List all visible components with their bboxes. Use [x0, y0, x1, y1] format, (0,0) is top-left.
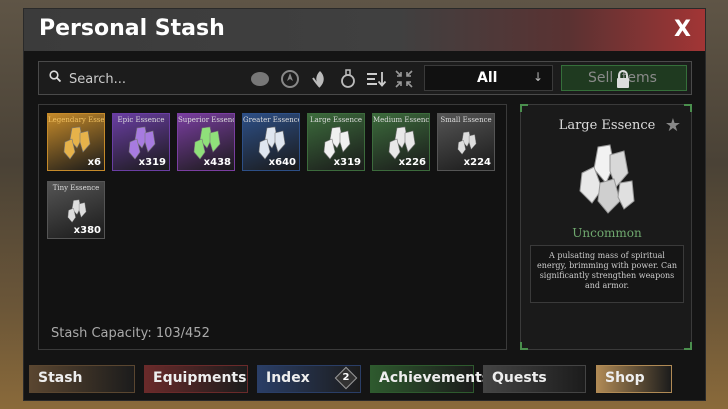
essence-crystal-icon [67, 199, 87, 223]
item-slot[interactable]: Superior Essence x438 [177, 113, 235, 171]
potion-icon[interactable] [337, 68, 359, 90]
bottom-tabs: Stash Equipments Index 2 Achievements Quests S… [24, 363, 707, 402]
item-slot[interactable]: Tiny Essence x380 [47, 181, 105, 239]
tab-label: Achievements [379, 370, 491, 386]
corner-ornament [520, 104, 528, 112]
item-detail-panel: Large Essence ★ Uncommon A pulsating mas… [520, 104, 692, 350]
leaf-icon[interactable] [309, 68, 331, 90]
item-name: Greater Essence [243, 116, 299, 124]
blob-icon[interactable] [249, 68, 271, 90]
tab-label: Stash [38, 370, 83, 386]
essence-crystal-icon [128, 126, 156, 160]
tab-label: Equipments [153, 370, 247, 386]
item-quantity: x224 [463, 157, 491, 168]
category-select-value: All [477, 70, 498, 86]
chevron-down-icon: ↓ [532, 70, 543, 84]
item-quantity: x319 [333, 157, 361, 168]
corner-ornament [684, 104, 692, 112]
item-quantity: x6 [87, 157, 101, 168]
item-slot[interactable]: Greater Essence x640 [242, 113, 300, 171]
item-slot[interactable]: Legendary Essence x6 [47, 113, 105, 171]
detail-rarity: Uncommon [572, 226, 642, 240]
sell-items-button[interactable]: Sell Items [561, 65, 687, 91]
toolbar: All ↓ Sell Items [38, 61, 692, 95]
notification-badge: 2 [334, 366, 358, 390]
item-name: Legendary Essence [48, 116, 104, 124]
item-quantity: x380 [73, 225, 101, 236]
search-input[interactable] [67, 67, 241, 91]
essence-crystal-icon [457, 131, 477, 155]
tab-index[interactable]: Index 2 [257, 365, 361, 393]
close-button[interactable]: X [674, 17, 691, 42]
item-slot[interactable]: Small Essence x224 [437, 113, 495, 171]
tab-equipments[interactable]: Equipments [144, 365, 248, 393]
item-quantity: x319 [138, 157, 166, 168]
item-quantity: x438 [203, 157, 231, 168]
essence-crystal-icon [323, 126, 351, 160]
corner-ornament [520, 342, 528, 350]
search-icon [49, 70, 61, 82]
window-title: Personal Stash [39, 16, 225, 41]
essence-crystal-icon [193, 126, 221, 160]
item-quantity: x640 [268, 157, 296, 168]
inventory-grid: Legendary Essence x6 Epic Essence x319 Super… [38, 104, 507, 350]
large-essence-icon [579, 144, 635, 214]
item-name: Large Essence [309, 116, 363, 124]
title-bar: Personal Stash X [24, 9, 705, 51]
detail-description: A pulsating mass of spiritual energy, br… [530, 245, 684, 303]
tab-label: Shop [605, 370, 645, 386]
item-name: Medium Essence [373, 116, 429, 124]
item-name: Tiny Essence [52, 184, 100, 192]
tab-achievements[interactable]: Achievements [370, 365, 490, 393]
corner-ornament [684, 342, 692, 350]
tab-shop[interactable]: Shop [596, 365, 672, 393]
item-name: Small Essence [440, 116, 492, 124]
tab-quests[interactable]: Quests [483, 365, 586, 393]
favorite-star-icon[interactable]: ★ [665, 115, 681, 136]
category-select[interactable]: All ↓ [424, 65, 553, 91]
collapse-icon[interactable] [393, 68, 415, 90]
compass-icon[interactable] [279, 68, 301, 90]
tab-label: Index [266, 370, 310, 386]
item-slot[interactable]: Epic Essence x319 [112, 113, 170, 171]
item-slot[interactable]: Large Essence x319 [307, 113, 365, 171]
essence-crystal-icon [258, 126, 286, 160]
essence-crystal-icon [388, 126, 416, 160]
item-quantity: x226 [398, 157, 426, 168]
sort-icon[interactable] [365, 68, 387, 90]
item-name: Epic Essence [117, 116, 165, 124]
essence-crystal-icon [63, 126, 91, 160]
tab-stash[interactable]: Stash [29, 365, 135, 393]
stash-capacity: Stash Capacity: 103/452 [51, 326, 210, 341]
lock-icon [617, 70, 629, 88]
badge-count: 2 [342, 372, 350, 383]
personal-stash-window: Personal Stash X Search... All ↓ Sell It… [23, 8, 706, 401]
tab-label: Quests [492, 370, 547, 386]
item-slot[interactable]: Medium Essence x226 [372, 113, 430, 171]
item-name: Superior Essence [178, 116, 234, 124]
